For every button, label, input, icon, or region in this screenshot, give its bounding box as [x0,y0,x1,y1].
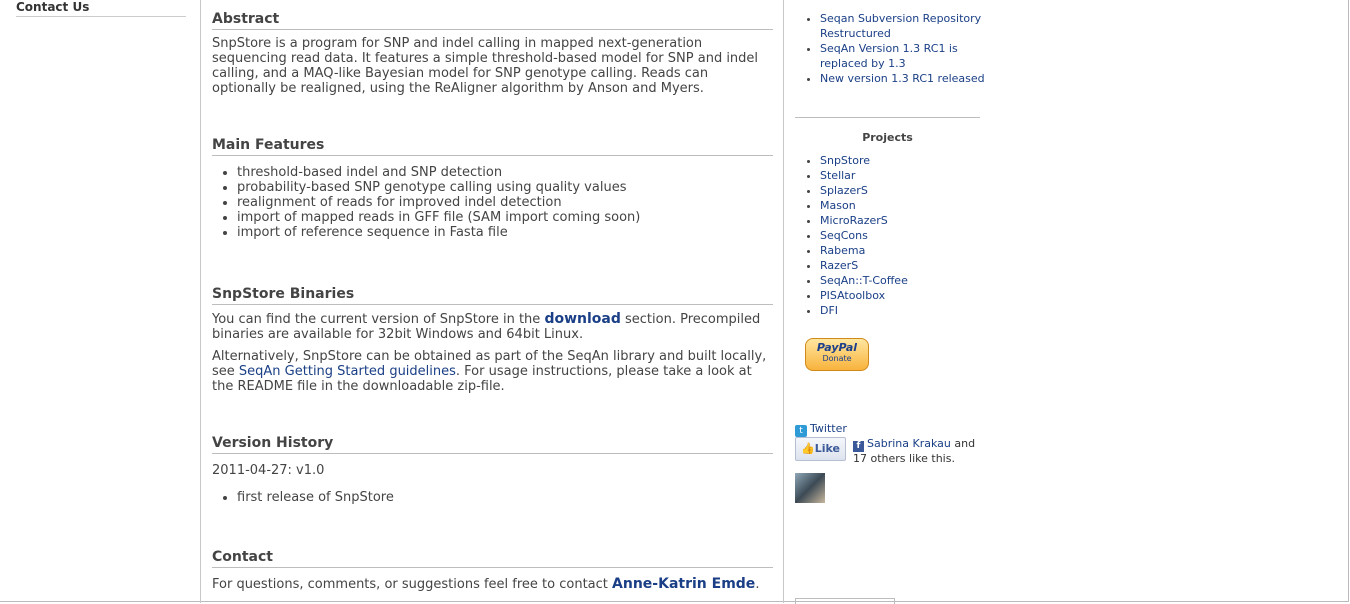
features-list: threshold-based indel and SNP detection … [212,165,773,240]
contact-text-end: . [755,577,760,592]
contact-heading: Contact [212,549,773,568]
project-link[interactable]: Rabema [820,244,865,257]
contact-section: Contact For questions, comments, or sugg… [212,549,773,592]
project-item: PISAtoolbox [820,288,980,303]
sidebar-divider [795,117,980,118]
facebook-icon: f [853,441,864,452]
project-link[interactable]: SplazerS [820,184,868,197]
binaries-paragraph-2: Alternatively, SnpStore can be obtained … [212,349,773,394]
binaries-heading: SnpStore Binaries [212,286,773,305]
main-content: Abstract SnpStore is a program for SNP a… [201,0,784,603]
news-list: Seqan Subversion Repository Restructured… [795,11,995,86]
list-item: realignment of reads for improved indel … [237,195,773,210]
features-section: Main Features threshold-based indel and … [212,137,773,240]
twitter-link[interactable]: Twitter [810,422,847,435]
liker-name-link[interactable]: Sabrina Krakau [867,437,951,450]
left-sidebar: Contact Us [0,0,201,603]
facebook-like-text: f Sabrina Krakau and 17 others like this. [853,437,978,466]
project-item: SplazerS [820,183,980,198]
list-item: import of reference sequence in Fasta fi… [237,225,773,240]
contact-text: For questions, comments, or suggestions … [212,577,613,592]
project-link[interactable]: PISAtoolbox [820,289,885,302]
twitter-icon: t [795,425,807,437]
binaries-text-1a: You can find the current version of SnpS… [212,312,545,327]
project-link[interactable]: MicroRazerS [820,214,888,227]
getting-started-link[interactable]: SeqAn Getting Started guidelines [239,364,456,379]
thumbs-up-icon: 👍 [801,442,815,455]
project-link[interactable]: DFI [820,304,838,317]
news-item: Seqan Subversion Repository Restructured [820,11,995,41]
project-item: SnpStore [820,153,980,168]
twitter-link-row[interactable]: t Twitter [795,422,847,437]
abstract-section: Abstract SnpStore is a program for SNP a… [212,11,773,96]
list-item: first release of SnpStore [237,490,773,505]
project-link[interactable]: SeqCons [820,229,868,242]
paypal-donate-label: Donate [822,354,852,363]
paypal-donate-button[interactable]: PayPal Donate [805,338,869,371]
contact-person-link[interactable]: Anne-Katrin Emde [612,576,755,592]
project-item: RazerS [820,258,980,273]
news-item: SeqAn Version 1.3 RC1 is replaced by 1.3 [820,41,995,71]
history-heading: Version History [212,435,773,454]
news-link[interactable]: New version 1.3 RC1 released [820,72,985,85]
project-link[interactable]: RazerS [820,259,858,272]
history-list: first release of SnpStore [212,490,773,505]
list-item: probability-based SNP genotype calling u… [237,180,773,195]
paypal-logo: PayPal [816,341,858,354]
features-heading: Main Features [212,137,773,156]
project-item: SeqCons [820,228,980,243]
project-link[interactable]: Stellar [820,169,855,182]
project-item: Rabema [820,243,980,258]
list-item: import of mapped reads in GFF file (SAM … [237,210,773,225]
news-link[interactable]: Seqan Subversion Repository Restructured [820,12,981,40]
abstract-heading: Abstract [212,11,773,30]
like-label: Like [814,442,840,455]
news-link[interactable]: SeqAn Version 1.3 RC1 is replaced by 1.3 [820,42,958,70]
binaries-section: SnpStore Binaries You can find the curre… [212,286,773,394]
abstract-text: SnpStore is a program for SNP and indel … [212,36,759,96]
project-link[interactable]: SnpStore [820,154,870,167]
projects-heading: Projects [862,131,913,144]
project-item: Stellar [820,168,980,183]
project-item: SeqAn::T-Coffee [820,273,980,288]
project-link[interactable]: SeqAn::T-Coffee [820,274,908,287]
project-item: DFI [820,303,980,318]
download-link[interactable]: download [544,311,620,327]
project-link[interactable]: Mason [820,199,856,212]
bottom-widget-box [795,598,895,604]
version-line: 2011-04-27: v1.0 [212,463,325,478]
avatar[interactable] [795,473,825,503]
list-item: threshold-based indel and SNP detection [237,165,773,180]
nav-contact-us[interactable]: Contact Us [16,0,186,17]
projects-list: SnpStore Stellar SplazerS Mason MicroRaz… [795,153,980,318]
binaries-paragraph-1: You can find the current version of SnpS… [212,311,773,343]
history-section: Version History 2011-04-27: v1.0 first r… [212,435,773,505]
project-item: MicroRazerS [820,213,980,228]
contact-paragraph: For questions, comments, or suggestions … [212,576,773,593]
facebook-like-button[interactable]: 👍Like [795,437,846,461]
project-item: Mason [820,198,980,213]
news-item: New version 1.3 RC1 released [820,71,995,86]
